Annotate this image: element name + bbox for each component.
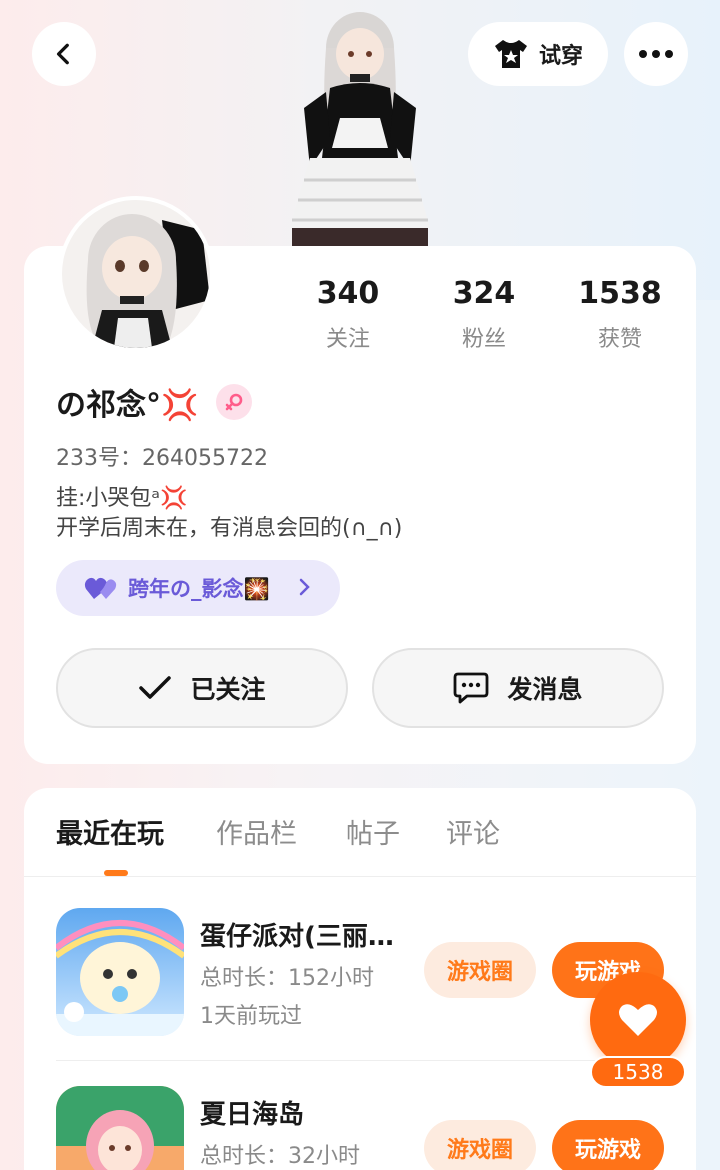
- game-total-time: 总时长：32小时: [200, 1144, 360, 1169]
- stat-followers[interactable]: 324 粉丝: [429, 276, 539, 353]
- female-icon: [226, 393, 243, 411]
- followed-button[interactable]: 已关注: [56, 648, 348, 728]
- chat-bubble-icon: [454, 672, 489, 704]
- stat-followers-label: 粉丝: [461, 327, 506, 352]
- like-count: 1538: [590, 1056, 686, 1088]
- bio: 挂:小哭包ᵃ💢 开学后周末在，有消息会回的(∩_∩): [56, 484, 402, 544]
- game-row[interactable]: 夏日海岛 总时长：32小时 游戏圈 玩游戏: [56, 1086, 664, 1170]
- stat-likes-label: 获赞: [597, 327, 642, 352]
- stat-followers-number: 324: [452, 276, 516, 311]
- tab-recently-played[interactable]: 最近在玩: [56, 812, 164, 851]
- like-button[interactable]: [590, 972, 686, 1068]
- cp-relationship-pill[interactable]: 跨年の_影念🎇: [56, 560, 340, 616]
- game-name: 蛋仔派对(三丽…: [200, 922, 394, 952]
- cp-label: 跨年の_影念🎇: [128, 577, 270, 601]
- game-total-time: 总时长：152小时: [200, 966, 374, 991]
- back-button[interactable]: [32, 22, 96, 86]
- try-on-label: 试穿: [538, 44, 583, 69]
- game-icon: [56, 908, 184, 1036]
- stat-likes-number: 1538: [578, 276, 662, 311]
- stat-following[interactable]: 340 关注: [293, 276, 403, 353]
- stat-following-label: 关注: [325, 327, 370, 352]
- tab-posts[interactable]: 帖子: [346, 812, 400, 851]
- heart-icon: [619, 1004, 657, 1036]
- checkmark-icon: [139, 676, 172, 699]
- nickname-text: の祁念°💢: [56, 388, 199, 423]
- game-circle-button[interactable]: 游戏圈: [424, 1120, 536, 1170]
- double-heart-icon: [84, 577, 117, 599]
- stat-following-number: 340: [316, 276, 380, 311]
- try-on-button[interactable]: 试穿: [468, 22, 608, 86]
- avatar-image: [62, 200, 210, 348]
- tab-works[interactable]: 作品栏: [216, 812, 297, 851]
- game-icon: [56, 1086, 184, 1170]
- nickname: の祁念°💢: [56, 380, 253, 424]
- game-last-played: 1天前玩过: [200, 1004, 302, 1029]
- avatar[interactable]: [58, 196, 214, 352]
- chevron-right-icon: [299, 578, 310, 596]
- row-divider: [56, 1060, 664, 1061]
- more-dots-icon: [639, 50, 673, 58]
- followed-label: 已关注: [190, 675, 266, 704]
- user-id: 233号：264055722: [56, 446, 268, 471]
- avatar-3d-figure[interactable]: [270, 8, 450, 248]
- tab-comments[interactable]: 评论: [446, 812, 500, 851]
- back-arrow-icon: [56, 43, 69, 65]
- game-row[interactable]: 蛋仔派对(三丽… 总时长：152小时 1天前玩过 游戏圈 玩游戏: [56, 908, 664, 1048]
- game-name: 夏日海岛: [200, 1100, 305, 1130]
- send-message-button[interactable]: 发消息: [372, 648, 664, 728]
- bio-line-1: 挂:小哭包ᵃ💢: [56, 486, 188, 511]
- gender-badge: [216, 384, 253, 420]
- send-message-label: 发消息: [507, 675, 583, 704]
- tshirt-star-icon: [494, 40, 527, 68]
- game-circle-button[interactable]: 游戏圈: [424, 942, 536, 998]
- play-game-button[interactable]: 玩游戏: [552, 1120, 664, 1170]
- tab-divider: [24, 876, 696, 877]
- more-button[interactable]: [624, 22, 688, 86]
- bio-line-2: 开学后周末在，有消息会回的(∩_∩): [56, 516, 403, 541]
- stat-likes[interactable]: 1538 获赞: [565, 276, 675, 353]
